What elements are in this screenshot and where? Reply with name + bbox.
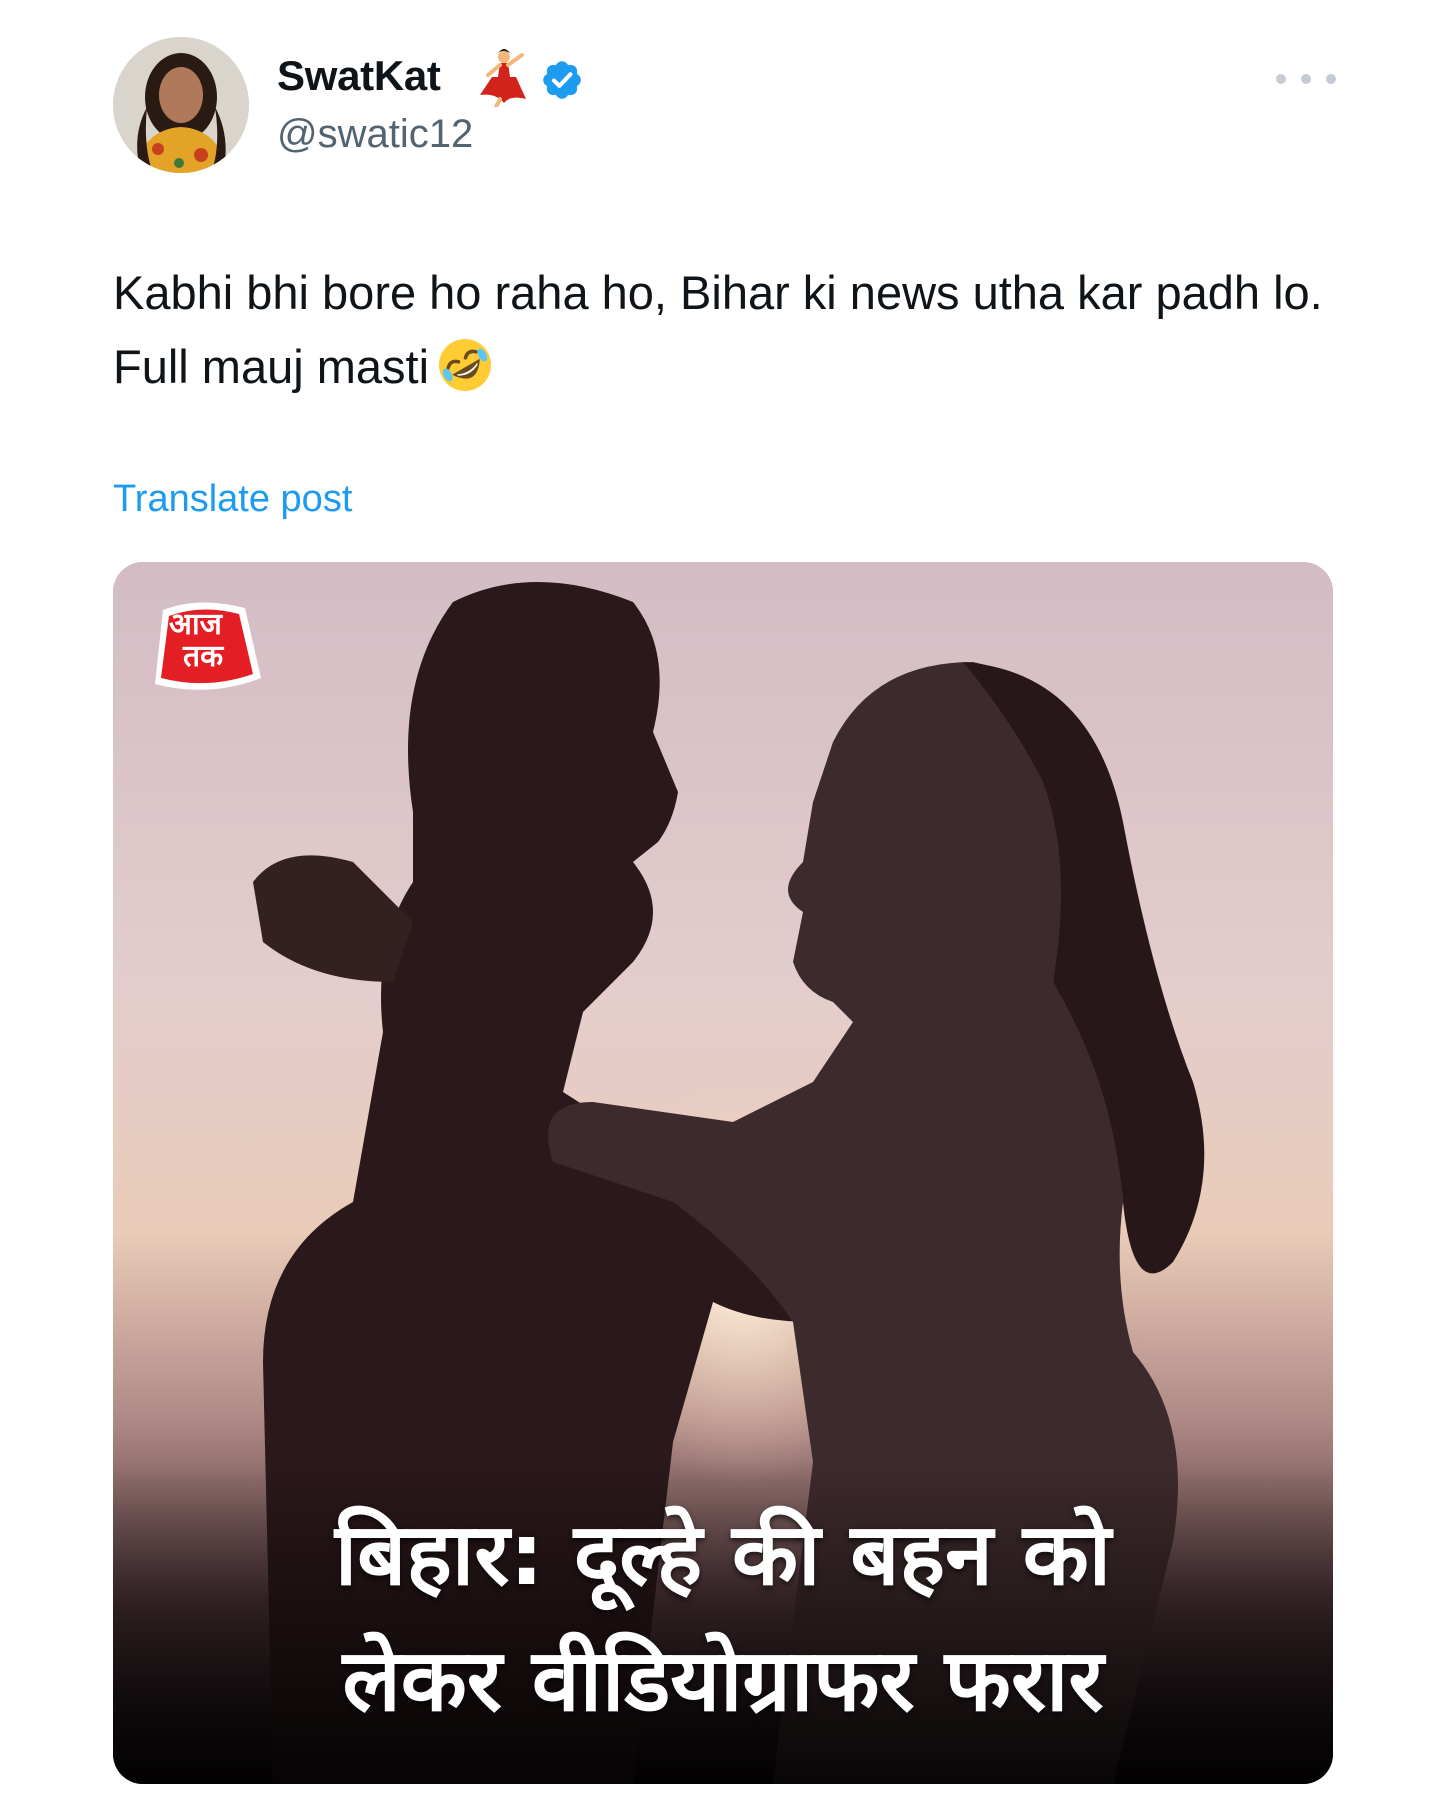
- avatar[interactable]: [113, 37, 249, 173]
- post-image[interactable]: आज तक बिहार: दूल्हे की बहन को लेकर वीडिय…: [113, 562, 1333, 1784]
- dot-icon: [1326, 74, 1336, 84]
- translate-post-link[interactable]: Translate post: [113, 478, 352, 521]
- dancer-emoji-icon: [480, 49, 526, 107]
- rolling-on-floor-laughing-icon: [439, 339, 492, 391]
- tweet-post: SwatKat @swatic12 Kabhi bhi bore ho raha…: [0, 0, 1440, 1800]
- logo-line-1: आज: [169, 607, 222, 642]
- dot-icon: [1276, 74, 1286, 84]
- aaj-tak-logo: आज तक: [149, 598, 265, 694]
- profile-photo: [113, 37, 249, 173]
- more-options-button[interactable]: [1276, 64, 1336, 94]
- image-headline: बिहार: दूल्हे की बहन को लेकर वीडियोग्राफ…: [113, 1492, 1333, 1744]
- post-body: Kabhi bhi bore ho raha ho, Bihar ki news…: [113, 266, 1323, 393]
- headline-line-1: बिहार: दूल्हे की बहन को: [334, 1505, 1112, 1605]
- user-handle[interactable]: @swatic12: [277, 112, 473, 157]
- headline-line-2: लेकर वीडियोग्राफर फरार: [342, 1631, 1104, 1731]
- post-text: Kabhi bhi bore ho raha ho, Bihar ki news…: [113, 256, 1333, 404]
- verified-badge-icon: [543, 61, 581, 99]
- dot-icon: [1301, 74, 1311, 84]
- logo-line-2: तक: [183, 639, 224, 674]
- display-name[interactable]: SwatKat: [277, 52, 441, 100]
